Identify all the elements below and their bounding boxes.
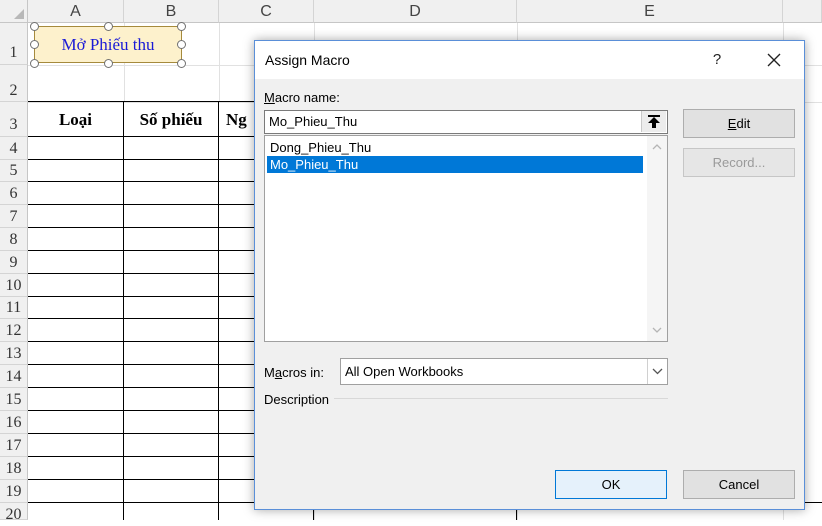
row-header-11[interactable]: 11: [0, 297, 28, 319]
table-border: [28, 433, 254, 434]
resize-handle[interactable]: [30, 22, 39, 31]
column-header-f[interactable]: [783, 0, 822, 23]
row-header-14[interactable]: 14: [0, 365, 28, 388]
table-border: [28, 273, 254, 274]
macro-list[interactable]: Dong_Phieu_Thu Mo_Phieu_Thu: [264, 135, 668, 342]
row-header-2[interactable]: 2: [0, 65, 28, 102]
resize-handle[interactable]: [30, 40, 39, 49]
column-header-d[interactable]: D: [314, 0, 517, 23]
macro-name-input[interactable]: Mo_Phieu_Thu: [264, 110, 668, 134]
row-header-19[interactable]: 19: [0, 480, 28, 503]
row-header-12[interactable]: 12: [0, 319, 28, 342]
row-header-3[interactable]: 3: [0, 102, 28, 137]
row-header-1[interactable]: 1: [0, 23, 28, 65]
dialog-title: Assign Macro: [265, 52, 350, 68]
row-header-18[interactable]: 18: [0, 457, 28, 480]
table-border: [28, 341, 254, 342]
ok-button[interactable]: OK: [555, 470, 667, 499]
row-header-8[interactable]: 8: [0, 228, 28, 251]
row-header-9[interactable]: 9: [0, 251, 28, 274]
table-border: [28, 296, 254, 297]
list-item-selected[interactable]: Mo_Phieu_Thu: [267, 156, 643, 173]
scroll-down-icon[interactable]: [647, 321, 667, 339]
row-header-7[interactable]: 7: [0, 205, 28, 228]
row-header-20[interactable]: 20: [0, 503, 28, 523]
gridline: [219, 23, 220, 102]
table-border: [28, 250, 254, 251]
dialog-titlebar[interactable]: Assign Macro ?: [255, 41, 804, 79]
row-header-4[interactable]: 4: [0, 137, 28, 160]
table-border: [28, 204, 254, 205]
help-button[interactable]: ?: [703, 49, 731, 71]
table-border: [28, 456, 254, 457]
description-label: Description: [264, 392, 330, 407]
row-header-16[interactable]: 16: [0, 411, 28, 434]
header-loai: Loại: [58, 110, 93, 129]
row-header-5[interactable]: 5: [0, 160, 28, 182]
table-border: [28, 364, 254, 365]
collapse-dialog-button[interactable]: [641, 111, 666, 132]
row-header-10[interactable]: 10: [0, 274, 28, 297]
macros-in-value: All Open Workbooks: [345, 364, 464, 379]
table-border: [28, 227, 254, 228]
resize-handle[interactable]: [30, 59, 39, 68]
table-border: [28, 502, 254, 503]
scroll-up-icon[interactable]: [647, 138, 667, 156]
list-scrollbar[interactable]: [647, 136, 667, 341]
column-header-b[interactable]: B: [124, 0, 219, 23]
table-border: [28, 318, 254, 319]
assign-macro-dialog: Assign Macro ? Macro name: Mo_Phieu_Thu …: [254, 40, 805, 510]
header-ngay: Ng: [226, 110, 247, 129]
table-border: [123, 101, 124, 520]
list-item[interactable]: Dong_Phieu_Thu: [267, 139, 643, 156]
table-border: [28, 181, 254, 182]
table-border: [28, 479, 254, 480]
header-so-phieu: Số phiếu: [139, 110, 203, 129]
row-header-15[interactable]: 15: [0, 388, 28, 411]
resize-handle[interactable]: [177, 22, 186, 31]
resize-handle[interactable]: [177, 59, 186, 68]
mo-phieu-thu-shape-button[interactable]: Mở Phiếu thu: [34, 26, 182, 63]
resize-handle[interactable]: [104, 59, 113, 68]
record-button[interactable]: Record...: [683, 148, 795, 177]
chevron-down-icon: [652, 368, 663, 375]
table-border: [28, 410, 254, 411]
close-icon: [767, 53, 781, 67]
description-divider: [334, 398, 668, 399]
macros-in-dropdown[interactable]: All Open Workbooks: [340, 358, 668, 385]
table-border: [28, 159, 254, 160]
row-header-17[interactable]: 17: [0, 434, 28, 457]
macro-name-label: Macro name:: [264, 90, 340, 105]
dropdown-arrow[interactable]: [647, 359, 667, 384]
table-border: [218, 101, 219, 520]
column-header-e[interactable]: E: [517, 0, 783, 23]
close-button[interactable]: [758, 47, 790, 73]
table-border: [28, 387, 254, 388]
resize-handle[interactable]: [177, 40, 186, 49]
edit-button[interactable]: Edit: [683, 109, 795, 138]
row-header-6[interactable]: 6: [0, 182, 28, 205]
cancel-button[interactable]: Cancel: [683, 470, 795, 499]
select-all-corner[interactable]: [0, 0, 28, 23]
resize-handle[interactable]: [104, 22, 113, 31]
row-header-13[interactable]: 13: [0, 342, 28, 365]
macros-in-label: Macros in:: [264, 365, 324, 380]
upload-arrow-icon: [648, 115, 660, 128]
column-header-a[interactable]: A: [28, 0, 124, 23]
column-header-c[interactable]: C: [219, 0, 314, 23]
